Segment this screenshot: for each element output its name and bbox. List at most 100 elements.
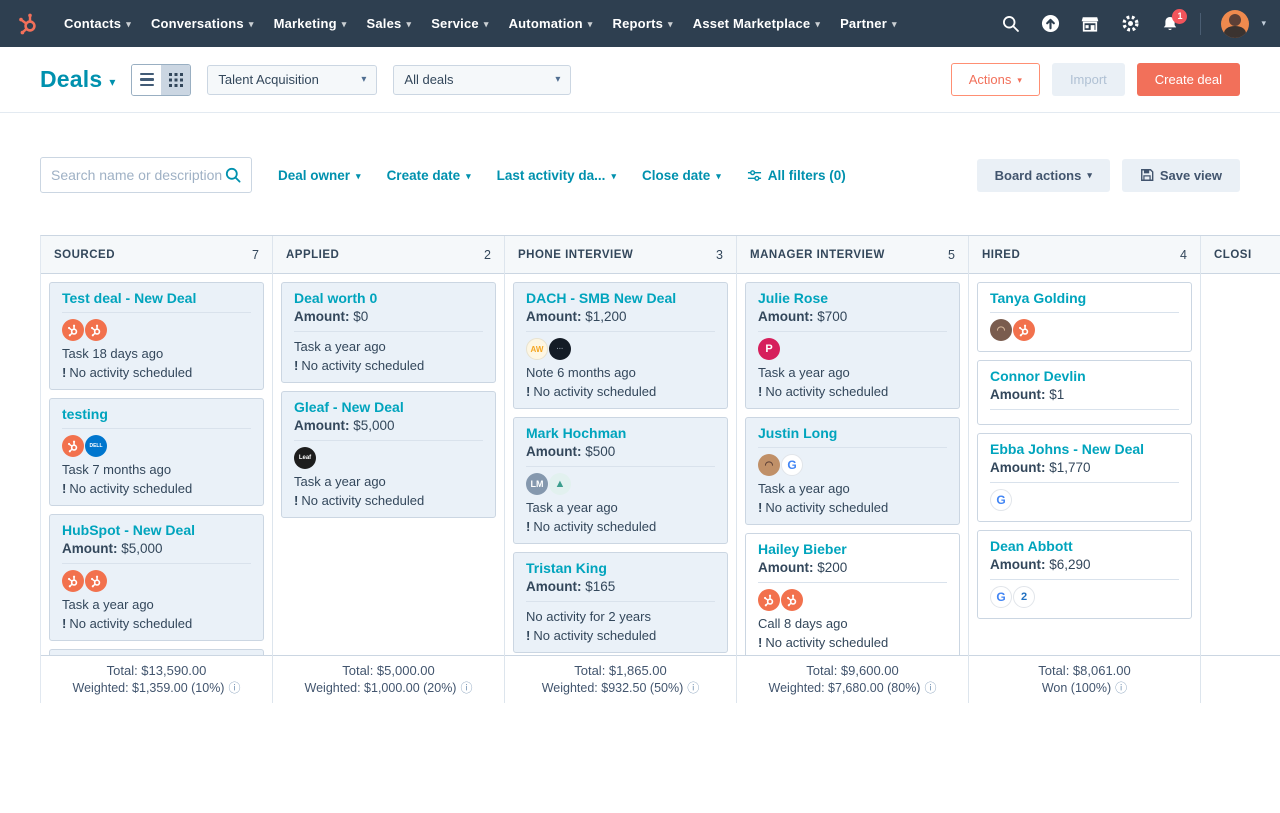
dell-avatar: DELL bbox=[85, 435, 107, 457]
card-divider bbox=[526, 331, 715, 332]
filter-label: Last activity da... bbox=[497, 168, 606, 183]
actions-button[interactable]: Actions ▾ bbox=[951, 63, 1040, 96]
search-icon[interactable] bbox=[1000, 14, 1020, 34]
chevron-down-icon: ▾ bbox=[126, 19, 131, 30]
deal-title-link[interactable]: Julie Rose bbox=[758, 290, 947, 306]
nav-item-partner[interactable]: Partner▾ bbox=[830, 16, 907, 31]
card-divider bbox=[526, 601, 715, 602]
filters-sliders-icon bbox=[747, 168, 762, 183]
deal-card[interactable]: DACH - SMB New DealAmount: $1,200AW···No… bbox=[513, 282, 728, 409]
deal-card[interactable]: Connor DevlinAmount: $1 bbox=[977, 360, 1192, 425]
warning-icon: ! bbox=[62, 365, 66, 380]
marketplace-icon[interactable] bbox=[1080, 14, 1100, 34]
user-avatar[interactable] bbox=[1221, 10, 1249, 38]
filter-close-date[interactable]: Close date▾ bbox=[642, 168, 721, 183]
deal-card[interactable]: Gleaf - New DealAmount: $5,000LeafTask a… bbox=[281, 391, 496, 518]
pipeline-column: APPLIED 2 Deal worth 0Amount: $0Task a y… bbox=[273, 236, 505, 703]
nav-item-marketing[interactable]: Marketing▾ bbox=[264, 16, 357, 31]
deal-card[interactable]: HubSpot - New DealAmount: $5,000Task a y… bbox=[49, 514, 264, 641]
last-activity-text: Task a year ago bbox=[758, 480, 947, 497]
upgrade-icon[interactable] bbox=[1040, 14, 1060, 34]
deal-title-link[interactable]: Gleaf - New Deal bbox=[294, 399, 483, 415]
info-icon[interactable]: ⓘ bbox=[924, 680, 936, 697]
card-divider bbox=[526, 466, 715, 467]
chevron-down-icon: ▾ bbox=[892, 19, 897, 30]
deal-card[interactable]: Dean AbbottAmount: $6,290G2 bbox=[977, 530, 1192, 619]
chevron-down-icon: ▾ bbox=[555, 74, 560, 85]
notifications-bell-icon[interactable]: 1 bbox=[1160, 14, 1180, 34]
nav-menu: Contacts▾Conversations▾Marketing▾Sales▾S… bbox=[54, 16, 907, 31]
deal-card[interactable]: Hailey BieberAmount: $200Call 8 days ago… bbox=[745, 533, 960, 655]
all-filters-label: All filters (0) bbox=[768, 168, 846, 183]
search-icon[interactable] bbox=[225, 167, 241, 183]
google-avatar: G bbox=[990, 489, 1012, 511]
column-weighted: Weighted: $1,000.00 (20%)ⓘ bbox=[273, 680, 504, 697]
deal-title-link[interactable]: DACH - SMB New Deal bbox=[526, 290, 715, 306]
pipeline-select[interactable]: Talent Acquisition ▾ bbox=[207, 65, 377, 95]
deal-title-link[interactable]: Test deal - New Deal bbox=[62, 290, 251, 306]
deal-title-link[interactable]: HubSpot - New Deal bbox=[62, 522, 251, 538]
deal-card[interactable]: Tristan KingAmount: $165No activity for … bbox=[513, 552, 728, 653]
board-actions-button[interactable]: Board actions ▾ bbox=[977, 159, 1110, 192]
deal-amount: Amount: $6,290 bbox=[990, 556, 1179, 573]
nav-item-service[interactable]: Service▾ bbox=[421, 16, 498, 31]
info-icon[interactable]: ⓘ bbox=[228, 680, 240, 697]
board-view-button[interactable] bbox=[161, 65, 190, 95]
all-filters-button[interactable]: All filters (0) bbox=[747, 168, 846, 183]
deal-title-link[interactable]: Tanya Golding bbox=[990, 290, 1179, 306]
nav-item-automation[interactable]: Automation▾ bbox=[499, 16, 603, 31]
column-name: MANAGER INTERVIEW bbox=[750, 249, 885, 261]
deal-title-link[interactable]: testing bbox=[62, 406, 251, 422]
nav-item-contacts[interactable]: Contacts▾ bbox=[54, 16, 141, 31]
nav-item-conversations[interactable]: Conversations▾ bbox=[141, 16, 264, 31]
deal-card[interactable]: Justin Long◠GTask a year ago!No activity… bbox=[745, 417, 960, 525]
deal-title-link[interactable]: Deal worth 0 bbox=[294, 290, 483, 306]
create-deal-button-label: Create deal bbox=[1155, 72, 1222, 87]
deal-title-link[interactable]: Tristan King bbox=[526, 560, 715, 576]
deal-title-link[interactable]: Ebba Johns - New Deal bbox=[990, 441, 1179, 457]
import-button[interactable]: Import bbox=[1052, 63, 1125, 96]
create-deal-button[interactable]: Create deal bbox=[1137, 63, 1240, 96]
nav-item-reports[interactable]: Reports▾ bbox=[603, 16, 683, 31]
nav-item-label: Sales bbox=[366, 16, 401, 31]
deals-filter-select[interactable]: All deals ▾ bbox=[393, 65, 571, 95]
nav-item-asset-marketplace[interactable]: Asset Marketplace▾ bbox=[683, 16, 830, 31]
deal-card[interactable]: Tanya Golding ◠ bbox=[977, 282, 1192, 352]
deal-card[interactable]: Mark HochmanAmount: $500LM▲Task a year a… bbox=[513, 417, 728, 544]
chevron-down-icon: ▾ bbox=[716, 169, 721, 182]
column-footer bbox=[1201, 655, 1280, 703]
dark-logo-avatar: ··· bbox=[549, 338, 571, 360]
warning-icon: ! bbox=[62, 616, 66, 631]
deal-title-link[interactable]: Dean Abbott bbox=[990, 538, 1179, 554]
filter-create-date[interactable]: Create date▾ bbox=[387, 168, 471, 183]
nav-item-sales[interactable]: Sales▾ bbox=[356, 16, 421, 31]
deal-card[interactable]: Julie RoseAmount: $700PTask a year ago!N… bbox=[745, 282, 960, 409]
info-icon[interactable]: ⓘ bbox=[687, 680, 699, 697]
hubspot-avatar bbox=[1013, 319, 1035, 341]
search-input[interactable] bbox=[51, 167, 225, 183]
deal-title-link[interactable]: Mark Hochman bbox=[526, 425, 715, 441]
hubspot-logo[interactable] bbox=[14, 9, 44, 39]
filter-dropdowns: Deal owner▾ Create date▾ Last activity da.… bbox=[278, 168, 721, 183]
deal-title-link[interactable]: Connor Devlin bbox=[990, 368, 1179, 384]
page-title-dropdown[interactable]: Deals ▾ bbox=[40, 66, 115, 93]
deal-card[interactable]: Ebba Johns - New DealAmount: $1,770G bbox=[977, 433, 1192, 522]
no-activity-warning: !No activity scheduled bbox=[62, 364, 251, 381]
deal-card[interactable]: testingDELLTask 7 months ago!No activity… bbox=[49, 398, 264, 506]
info-icon[interactable]: ⓘ bbox=[1115, 680, 1127, 697]
deal-card[interactable]: Test deal - New Deal Task 18 days ago !No … bbox=[49, 282, 264, 390]
user-menu-caret-icon[interactable]: ▾ bbox=[1261, 18, 1266, 29]
save-view-button[interactable]: Save view bbox=[1122, 159, 1240, 192]
list-view-button[interactable] bbox=[132, 65, 161, 95]
photo-tanya-avatar: ◠ bbox=[990, 319, 1012, 341]
deal-title-link[interactable]: Justin Long bbox=[758, 425, 947, 441]
card-divider bbox=[294, 331, 483, 332]
info-icon[interactable]: ⓘ bbox=[460, 680, 472, 697]
settings-gear-icon[interactable] bbox=[1120, 14, 1140, 34]
filter-deal-owner[interactable]: Deal owner▾ bbox=[278, 168, 361, 183]
filter-last-activity-da[interactable]: Last activity da...▾ bbox=[497, 168, 616, 183]
nav-divider bbox=[1200, 13, 1201, 35]
last-activity-text: Task 18 days ago bbox=[62, 345, 251, 362]
deal-title-link[interactable]: Hailey Bieber bbox=[758, 541, 947, 557]
deal-card[interactable]: Deal worth 0Amount: $0Task a year ago!No… bbox=[281, 282, 496, 383]
